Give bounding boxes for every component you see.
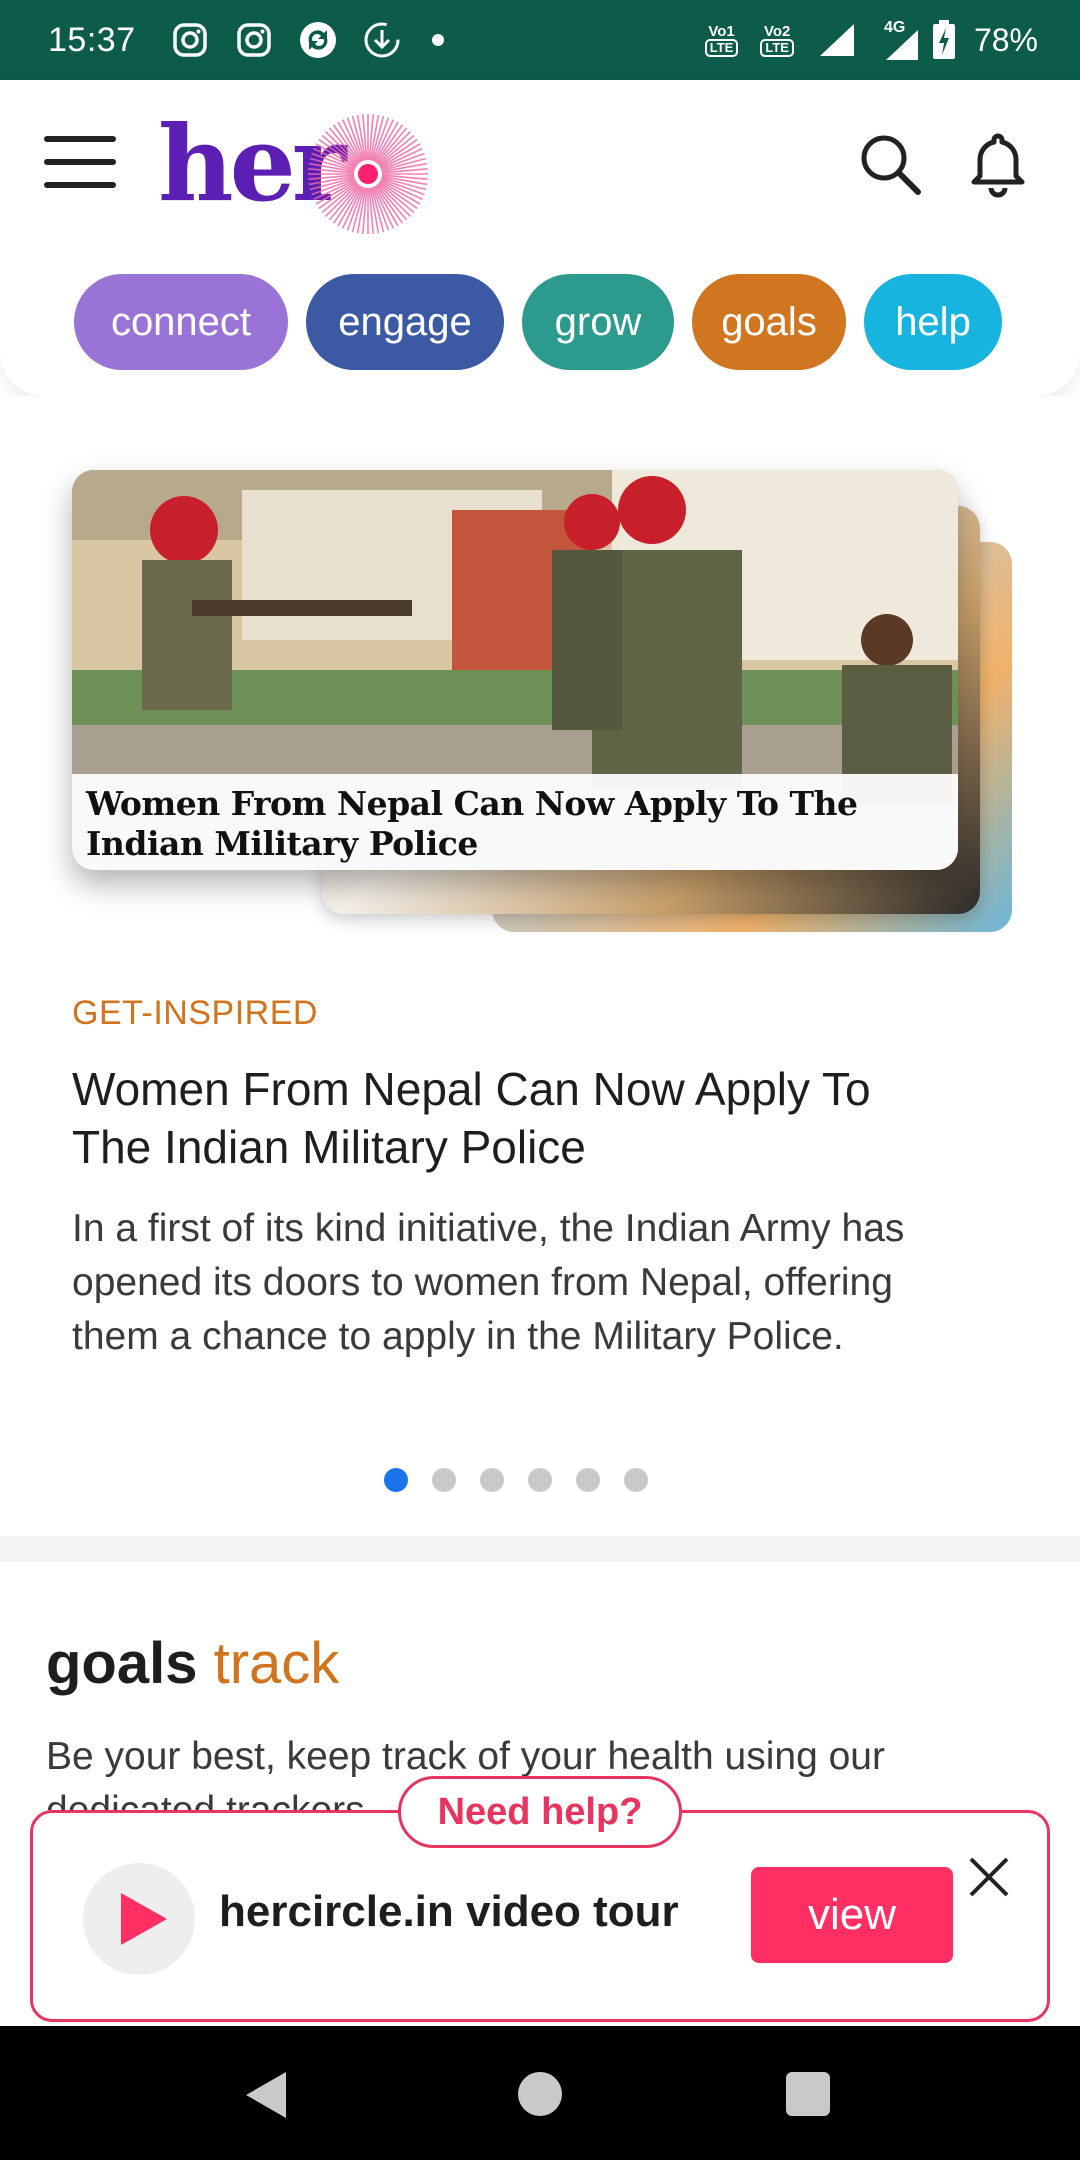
status-bar: 15:37 Vo1 LTE Vo2 LTE 4G 78% <box>0 0 1080 80</box>
signal-icon <box>819 24 854 56</box>
video-tour-label: hercircle.in video tour <box>219 1887 679 1936</box>
home-icon[interactable] <box>518 2072 562 2116</box>
pill-help[interactable]: help <box>864 274 1002 370</box>
goals-title-main: goals <box>46 1631 198 1696</box>
sync-icon <box>298 20 338 60</box>
pagination-dot-active[interactable] <box>384 1468 408 1492</box>
bell-icon[interactable] <box>962 128 1034 200</box>
pill-grow[interactable]: grow <box>522 274 674 370</box>
goals-section-title: goals track <box>46 1630 339 1697</box>
status-time: 15:37 <box>48 20 136 59</box>
pill-goals[interactable]: goals <box>692 274 846 370</box>
article-headline[interactable]: Women From Nepal Can Now Apply To The In… <box>72 1060 922 1176</box>
instagram-icon <box>234 20 274 60</box>
category-pills: connect engage grow goals help <box>74 274 1002 370</box>
carousel-pagination <box>384 1468 648 1492</box>
image-caption: Women From Nepal Can Now Apply To The In… <box>72 774 958 870</box>
view-button[interactable]: view <box>751 1867 953 1963</box>
download-icon <box>362 20 402 60</box>
article-summary: In a first of its kind initiative, the I… <box>72 1207 905 1358</box>
pagination-dot[interactable] <box>432 1468 456 1492</box>
volte1-icon: Vo1 LTE <box>704 24 739 57</box>
logo-burst-icon <box>308 114 428 234</box>
menu-icon[interactable] <box>44 136 116 188</box>
back-icon[interactable] <box>242 2070 288 2120</box>
hercircle-logo[interactable]: her <box>158 100 438 240</box>
carousel-card-stack[interactable]: Women From Nepal Can Now Apply To The In… <box>72 470 1012 932</box>
pagination-dot[interactable] <box>576 1468 600 1492</box>
svg-text:4G: 4G <box>884 19 905 36</box>
pill-engage[interactable]: engage <box>306 274 504 370</box>
search-icon[interactable] <box>854 128 926 200</box>
section-divider <box>0 1536 1080 1562</box>
system-nav-bar <box>0 2026 1080 2160</box>
pill-connect[interactable]: connect <box>74 274 288 370</box>
article-category[interactable]: GET-INSPIRED <box>72 994 318 1033</box>
goals-title-accent: track <box>213 1631 340 1696</box>
recent-apps-icon[interactable] <box>786 2072 830 2116</box>
need-help-badge: Need help? <box>398 1776 682 1848</box>
featured-carousel[interactable]: Women From Nepal Can Now Apply To The In… <box>0 396 1080 1536</box>
close-icon[interactable] <box>961 1849 1017 1905</box>
pagination-dot[interactable] <box>480 1468 504 1492</box>
pagination-dot[interactable] <box>528 1468 552 1492</box>
carousel-card-active[interactable]: Women From Nepal Can Now Apply To The In… <box>72 470 958 870</box>
battery-percentage: 78% <box>973 21 1038 58</box>
instagram-icon <box>170 20 210 60</box>
pagination-dot[interactable] <box>624 1468 648 1492</box>
volte2-icon: Vo2 LTE <box>760 24 794 57</box>
signal-4g-icon: 4G <box>884 19 918 60</box>
play-icon[interactable] <box>83 1863 195 1975</box>
battery-icon <box>932 20 955 59</box>
notification-dot-icon <box>431 34 444 46</box>
app-header: her connect engage grow goals help <box>0 80 1080 396</box>
